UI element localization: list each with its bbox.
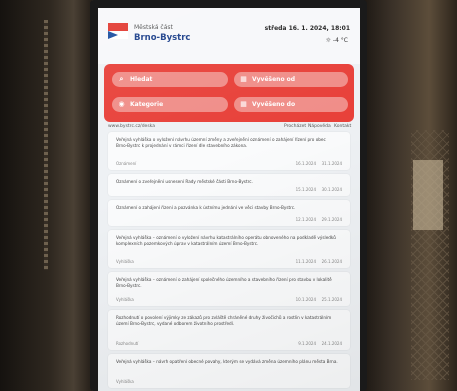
notice-date-from: 11.1.2024: [295, 259, 316, 264]
datetime: středa 16. 1. 2024, 18:01: [264, 25, 350, 32]
notice-category: Oznámení: [116, 161, 137, 166]
notice-date-from: 15.1.2024: [295, 187, 316, 192]
contact-link[interactable]: Kontakt: [334, 124, 351, 129]
notice-title: Oznámení o zahájení řízení a pozvánka k …: [116, 205, 296, 210]
search-button[interactable]: ⌕ Hledat: [112, 72, 228, 87]
notice-date-to: 26.1.2024: [321, 259, 342, 264]
notice-card[interactable]: Veřejná vyhláška – oznámení o zahájení s…: [108, 272, 350, 306]
notice-category: Vyhláška: [116, 379, 134, 384]
posted-from-label: Vyvěšeno od: [252, 76, 296, 83]
notice-date-to: 29.1.2024: [321, 217, 342, 222]
weather: ☼ -4 °C: [325, 37, 348, 44]
search-icon: ⌕: [119, 75, 124, 83]
notice-card[interactable]: Veřejná vyhláška – návrh opatření obecné…: [108, 354, 350, 388]
notice-card[interactable]: Veřejná vyhláška o vyložení návrhu územn…: [108, 132, 350, 170]
filter-panel: ⌕ Hledat ▦ Vyvěšeno od ◉ Kategorie ▦ Vyvěšen…: [104, 64, 354, 122]
kiosk-screen: Městská část Brno-Bystrc středa 16. 1. 2…: [98, 8, 360, 391]
right-wall: [364, 0, 457, 391]
city-name: Brno-Bystrc: [134, 33, 191, 43]
chain: [44, 20, 48, 270]
notice-title: Oznámení o zveřejnění usnesení Rady měst…: [116, 179, 253, 184]
notice-date-to: 25.1.2024: [321, 297, 342, 302]
notice-card[interactable]: Oznámení o zahájení řízení a pozvánka k …: [108, 200, 350, 226]
notice-title: Veřejná vyhláška – oznámení o vyložení n…: [116, 235, 336, 246]
notice-category: Rozhodnutí: [116, 341, 139, 346]
notice-date-from: 12.1.2024: [295, 217, 316, 222]
category-icon: ◉: [118, 100, 125, 108]
notice-category: Vyhláška: [116, 259, 134, 264]
browse-link[interactable]: Procházet: [284, 124, 306, 129]
notice-card[interactable]: Veřejná vyhláška – oznámení o vyložení n…: [108, 230, 350, 268]
notice-title: Veřejná vyhláška – návrh opatření obecné…: [116, 359, 338, 364]
notice-card[interactable]: Rozhodnutí o povolení výjimky ze zákazů …: [108, 310, 350, 350]
notice-category: Vyhláška: [116, 297, 134, 302]
calendar-icon: ▦: [240, 100, 247, 108]
notice-date-to: 30.1.2024: [321, 187, 342, 192]
notice-date-from: 9.1.2024: [298, 341, 316, 346]
category-label: Kategorie: [130, 101, 164, 108]
header: Městská část Brno-Bystrc středa 16. 1. 2…: [98, 8, 360, 64]
notice-title: Veřejná vyhláška – oznámení o zahájení s…: [116, 277, 332, 288]
notice-title: Veřejná vyhláška o vyložení návrhu územn…: [116, 137, 326, 148]
notice-card[interactable]: Oznámení o zveřejnění usnesení Rady měst…: [108, 174, 350, 196]
posted-to-button[interactable]: ▦ Vyvěšeno do: [234, 97, 348, 112]
board-link[interactable]: www.bystrc.cz/deska: [108, 124, 155, 129]
posted-from-button[interactable]: ▦ Vyvěšeno od: [234, 72, 348, 87]
background-sign: [413, 160, 443, 230]
city-flag-icon: [108, 23, 128, 39]
subbar: www.bystrc.cz/deska Procházet Nápověda K…: [98, 123, 360, 131]
city-label: Městská část: [134, 24, 173, 31]
notice-title: Rozhodnutí o povolení výjimky ze zákazů …: [116, 315, 332, 326]
search-button-label: Hledat: [130, 76, 153, 83]
notice-date-from: 10.1.2024: [295, 297, 316, 302]
calendar-icon: ▦: [240, 75, 247, 83]
posted-to-label: Vyvěšeno do: [252, 101, 296, 108]
category-button[interactable]: ◉ Kategorie: [112, 97, 228, 112]
notice-date-to: 24.1.2024: [321, 341, 342, 346]
help-link[interactable]: Nápověda: [308, 124, 331, 129]
notice-date-from: 16.1.2024: [295, 161, 316, 166]
notice-date-to: 31.1.2024: [321, 161, 342, 166]
